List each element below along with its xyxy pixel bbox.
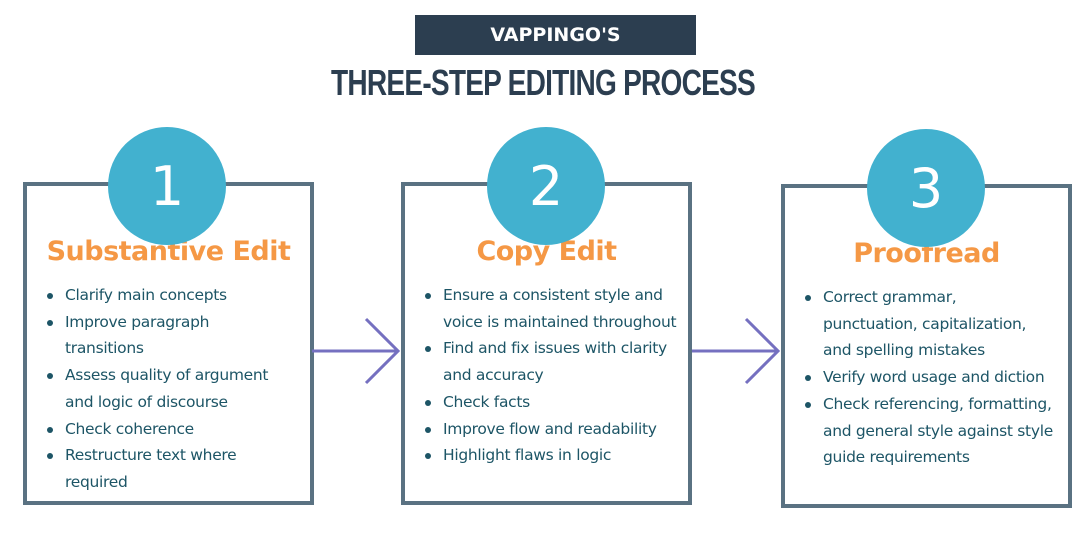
bullet-icon	[47, 293, 53, 299]
arrow-right-icon	[692, 317, 781, 385]
list-item: Highlight flaws in logic	[423, 442, 685, 469]
bullet-icon	[425, 399, 431, 406]
page-title: THREE-STEP EDITING PROCESS	[331, 62, 756, 103]
list-item: Check facts	[423, 389, 685, 416]
list-item: Improve paragraph transitions	[45, 309, 235, 362]
arrow-right-icon	[312, 317, 401, 385]
list-item: Clarify main concepts	[45, 282, 295, 309]
bullet-icon	[425, 293, 431, 299]
list-item: Ensure a consistent style and voice is m…	[423, 282, 683, 335]
step-number-badge-2: 2	[487, 127, 605, 245]
bullet-icon	[425, 346, 431, 353]
brand-name: VAPPINGO'S	[490, 24, 621, 46]
bullet-icon	[425, 426, 431, 433]
list-item: Assess quality of argument and logic of …	[45, 362, 300, 415]
list-item: Correct grammar, punctuation, capitaliza…	[803, 284, 1043, 364]
brand-banner: VAPPINGO'S	[415, 15, 696, 55]
step-list-1: Clarify main concepts Improve paragraph …	[45, 282, 295, 496]
bullet-icon	[47, 319, 53, 326]
bullet-icon	[425, 453, 431, 460]
step-number-badge-3: 3	[867, 129, 985, 247]
bullet-icon	[805, 295, 811, 301]
list-item: Find and fix issues with clarity and acc…	[423, 335, 685, 388]
step-list-2: Ensure a consistent style and voice is m…	[423, 282, 685, 469]
step-number-badge-1: 1	[108, 127, 226, 245]
list-item: Improve flow and readability	[423, 416, 685, 443]
bullet-icon	[47, 373, 53, 380]
bullet-icon	[47, 426, 53, 433]
list-item: Check coherence	[45, 416, 295, 443]
list-item: Restructure text where required	[45, 442, 275, 495]
bullet-icon	[805, 375, 811, 382]
bullet-icon	[805, 401, 811, 408]
bullet-icon	[47, 453, 53, 460]
list-item: Check referencing, formatting, and gener…	[803, 391, 1063, 471]
step-list-3: Correct grammar, punctuation, capitaliza…	[803, 284, 1065, 471]
list-item: Verify word usage and diction	[803, 364, 1065, 391]
